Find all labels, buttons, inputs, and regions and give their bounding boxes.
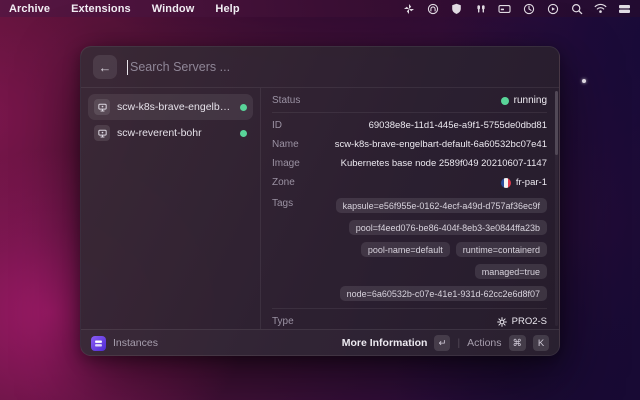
row-label: Zone bbox=[272, 177, 295, 188]
list-item[interactable]: scw-reverent-bohr bbox=[88, 120, 253, 146]
search-input[interactable] bbox=[130, 60, 547, 74]
search-bar: ← bbox=[81, 47, 559, 88]
recording-icon[interactable] bbox=[426, 2, 439, 15]
footer-app-label: Instances bbox=[113, 337, 158, 349]
text-caret bbox=[127, 60, 128, 75]
detail-row-tags: Tags kapsule=e56f955e-0162-4ecf-a49d-d75… bbox=[272, 198, 547, 301]
window-body: scw-k8s-brave-engelbart-de… scw-reverent… bbox=[81, 88, 559, 329]
footer-separator: | bbox=[457, 338, 460, 349]
running-status-dot bbox=[501, 97, 509, 105]
row-label: Image bbox=[272, 158, 300, 169]
menu-help[interactable]: Help bbox=[215, 3, 239, 15]
row-value: running bbox=[514, 95, 547, 106]
pinwheel-icon[interactable] bbox=[402, 2, 415, 15]
server-stack-icon[interactable] bbox=[618, 2, 631, 15]
airpods-icon[interactable] bbox=[474, 2, 487, 15]
menu-bar: Archive Extensions Window Help bbox=[0, 0, 640, 17]
menu-window[interactable]: Window bbox=[152, 3, 195, 15]
detail-row-status: Status running bbox=[272, 91, 547, 110]
tags-container: kapsule=e56f955e-0162-4ecf-a49d-d757af36… bbox=[315, 198, 547, 301]
more-information-button[interactable]: More Information bbox=[342, 337, 428, 349]
detail-row-image: Image Kubernetes base node 2589f049 2021… bbox=[272, 154, 547, 173]
detail-row-zone: Zone fr-par-1 bbox=[272, 173, 547, 192]
cursor-dot bbox=[582, 79, 586, 83]
tag-pill: pool=f4eed076-be86-404f-8eb3-3e0844ffa23… bbox=[349, 220, 547, 235]
status-dot bbox=[240, 104, 247, 111]
row-label: Tags bbox=[272, 198, 293, 209]
tag-pill: kapsule=e56f955e-0162-4ecf-a49d-d757af36… bbox=[336, 198, 547, 213]
search-icon[interactable] bbox=[570, 2, 583, 15]
row-value: fr-par-1 bbox=[516, 177, 547, 188]
actions-button[interactable]: Actions bbox=[467, 337, 501, 349]
back-button[interactable]: ← bbox=[93, 55, 117, 79]
row-value: Kubernetes base node 2589f049 20210607-1… bbox=[341, 158, 547, 169]
menu-archive[interactable]: Archive bbox=[9, 3, 50, 15]
menu-extensions[interactable]: Extensions bbox=[71, 3, 131, 15]
row-value: 69038e8e-11d1-445e-a9f1-5755de0dbd81 bbox=[369, 120, 547, 131]
divider bbox=[272, 308, 547, 309]
server-list: scw-k8s-brave-engelbart-de… scw-reverent… bbox=[81, 88, 261, 329]
desktop: Archive Extensions Window Help bbox=[0, 0, 640, 400]
server-name: scw-k8s-brave-engelbart-de… bbox=[117, 101, 233, 113]
detail-scrollbar[interactable] bbox=[555, 91, 558, 326]
menu-bar-status-icons bbox=[402, 2, 631, 15]
raycast-window: ← scw-k8s-brave-engelbart-de… bbox=[80, 46, 560, 356]
window-footer: Instances More Information ↵ | Actions ⌘… bbox=[81, 329, 559, 356]
row-label: Type bbox=[272, 316, 294, 327]
tag-pill: pool-name=default bbox=[361, 242, 450, 257]
tag-pill: runtime=containerd bbox=[456, 242, 547, 257]
divider bbox=[272, 112, 547, 113]
scrollbar-thumb[interactable] bbox=[555, 91, 558, 155]
server-name: scw-reverent-bohr bbox=[117, 127, 233, 139]
status-dot bbox=[240, 130, 247, 137]
enter-key-badge: ↵ bbox=[434, 335, 450, 351]
server-icon bbox=[94, 125, 110, 141]
detail-panel: Status running ID 69038e8e-11d1-445e-a9f… bbox=[261, 88, 559, 329]
play-circle-icon[interactable] bbox=[546, 2, 559, 15]
menu-bar-menus: Archive Extensions Window Help bbox=[9, 3, 240, 15]
shield-icon[interactable] bbox=[450, 2, 463, 15]
france-flag-icon bbox=[501, 178, 511, 188]
row-label: Status bbox=[272, 95, 300, 106]
cmd-key-badge: ⌘ bbox=[509, 335, 527, 351]
server-icon bbox=[94, 99, 110, 115]
tag-pill: managed=true bbox=[475, 264, 547, 279]
card-icon[interactable] bbox=[498, 2, 511, 15]
tag-pill: node=6a60532b-c07e-41e1-931d-62cc2e6d8f0… bbox=[340, 286, 547, 301]
row-value: scw-k8s-brave-engelbart-default-6a60532b… bbox=[335, 139, 547, 150]
clock-icon[interactable] bbox=[522, 2, 535, 15]
row-value: PRO2-S bbox=[512, 316, 547, 327]
instances-app-icon bbox=[91, 336, 106, 351]
cpu-gear-icon bbox=[497, 317, 507, 327]
row-label: Name bbox=[272, 139, 299, 150]
list-item[interactable]: scw-k8s-brave-engelbart-de… bbox=[88, 94, 253, 120]
detail-row-name: Name scw-k8s-brave-engelbart-default-6a6… bbox=[272, 135, 547, 154]
detail-row-type: Type PRO2-S bbox=[272, 312, 547, 329]
k-key-badge: K bbox=[533, 335, 549, 351]
row-label: ID bbox=[272, 120, 282, 131]
wifi-icon[interactable] bbox=[594, 2, 607, 15]
detail-row-id: ID 69038e8e-11d1-445e-a9f1-5755de0dbd81 bbox=[272, 116, 547, 135]
